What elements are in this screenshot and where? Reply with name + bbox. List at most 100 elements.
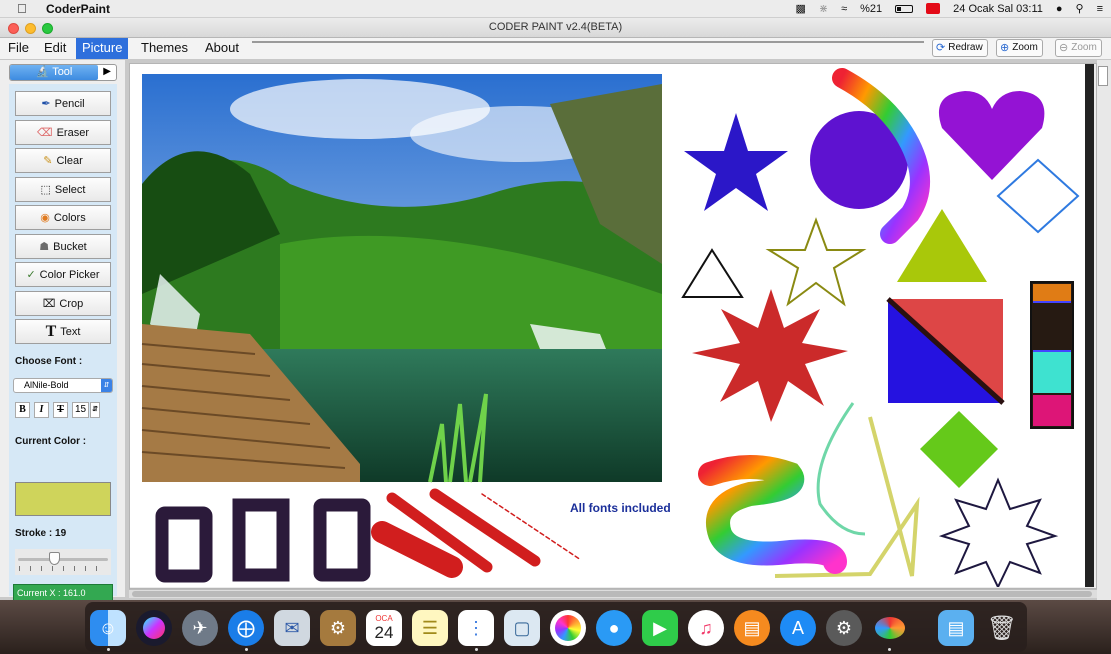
itunes-icon[interactable]: ♫ xyxy=(688,610,724,646)
choose-font-label: Choose Font : xyxy=(15,356,83,367)
stroke-slider[interactable] xyxy=(15,549,111,575)
purple-heart xyxy=(938,91,1045,180)
bluetooth-icon[interactable]: ⋇ xyxy=(819,2,828,15)
app-store-icon[interactable]: A xyxy=(780,610,816,646)
bold-button[interactable]: B xyxy=(15,402,30,418)
bucket-label: Bucket xyxy=(53,240,87,253)
broom-icon: ✎ xyxy=(43,155,53,167)
menu-edit[interactable]: Edit xyxy=(38,38,72,59)
panel-toggle[interactable] xyxy=(1098,66,1108,86)
canvas-caption: All fonts included xyxy=(570,501,671,515)
olive-star-outline xyxy=(765,217,867,307)
crop-button[interactable]: ⌧ Crop xyxy=(15,291,111,316)
eraser-button[interactable]: ⌫ Eraser xyxy=(15,120,111,145)
launchpad-icon[interactable]: ✈ xyxy=(182,610,218,646)
downloads-folder-icon[interactable]: ▤ xyxy=(938,610,974,646)
zoom-in-label: Zoom xyxy=(1012,42,1038,53)
text-button[interactable]: T Text xyxy=(15,319,111,344)
font-style-controls: B I T 15 ⇵ xyxy=(15,402,115,418)
drawing-canvas[interactable]: All fonts included xyxy=(130,64,1085,590)
text-label: Text xyxy=(60,325,81,338)
horizontal-scroll-thumb[interactable] xyxy=(132,591,1092,597)
canvas-vertical-scrollbar[interactable] xyxy=(1085,64,1094,587)
zoom-out-label: Zoom xyxy=(1071,42,1097,53)
finder-icon[interactable]: ☺ xyxy=(90,610,126,646)
crop-icon: ⌧ xyxy=(42,298,56,310)
dock: ☺ ✈ ⨁ ✉ ⚙ OCA 24 ☰ ⋮ ▢ ● ▶ ♫ ▤ A ⚙ ▤ 🗑 xyxy=(85,602,1027,652)
rainbow-scribble xyxy=(698,455,847,574)
reminders-icon[interactable]: ⋮ xyxy=(458,610,494,646)
italic-button[interactable]: I xyxy=(34,402,49,418)
apple-menu-icon[interactable]:  xyxy=(17,1,27,16)
zoom-out-button[interactable]: ⊖ Zoom xyxy=(1055,39,1102,57)
messages-icon[interactable]: ● xyxy=(596,610,632,646)
trash-icon[interactable]: 🗑 xyxy=(984,610,1020,646)
mail-icon[interactable]: ✉ xyxy=(274,610,310,646)
menu-file[interactable]: File xyxy=(2,38,35,59)
notes-icon[interactable]: ☰ xyxy=(412,610,448,646)
wifi-icon[interactable]: ≈ xyxy=(841,3,847,15)
font-size-field[interactable]: 15 xyxy=(72,402,89,418)
strikethrough-button[interactable]: T xyxy=(53,402,68,418)
zoom-in-button[interactable]: ⊕ Zoom xyxy=(996,39,1043,57)
calendar-icon[interactable]: OCA 24 xyxy=(366,610,402,646)
menu-picture[interactable]: Picture xyxy=(76,38,129,59)
color-stack-bar xyxy=(1030,281,1074,429)
font-select[interactable]: AlNile-Bold ⇵ xyxy=(13,378,113,393)
preview-icon[interactable]: ▢ xyxy=(504,610,540,646)
colors-button[interactable]: ◉ Colors xyxy=(15,205,111,230)
clock[interactable]: 24 Ocak Sal 03:11 xyxy=(953,3,1043,15)
crop-label: Crop xyxy=(59,297,84,310)
green-diamond xyxy=(920,411,998,488)
canvas-scroll-area: All fonts included xyxy=(129,63,1097,590)
tool-tab-arrow-icon[interactable]: ▶ xyxy=(103,66,111,77)
photos-icon[interactable] xyxy=(550,610,586,646)
user-icon[interactable]: ● xyxy=(1056,3,1063,15)
split-square xyxy=(886,297,1005,405)
navy-star-outline xyxy=(938,477,1059,590)
airplay-icon[interactable]: ▩ xyxy=(795,2,805,15)
red-brush-strokes xyxy=(371,488,582,578)
menu-about[interactable]: About xyxy=(199,38,245,59)
clear-button[interactable]: ✎ Clear xyxy=(15,148,111,173)
siri-icon[interactable] xyxy=(136,610,172,646)
notification-center-icon[interactable]: ≡ xyxy=(1097,3,1103,15)
tool-tab-label: Tool xyxy=(52,66,73,78)
stroke-slider-thumb[interactable] xyxy=(49,552,60,565)
font-size-stepper[interactable]: ⇵ xyxy=(90,402,100,418)
redraw-button[interactable]: ⟳ Redraw xyxy=(932,39,988,57)
pencil-button[interactable]: ✒ Pencil xyxy=(15,91,111,116)
chevron-updown-icon: ⇵ xyxy=(101,379,112,392)
zoom-in-icon: ⊕ xyxy=(1000,42,1010,54)
coderpaint-icon[interactable] xyxy=(872,610,908,646)
safari-icon[interactable]: ⨁ xyxy=(228,610,264,646)
canvas-horizontal-scrollbar[interactable] xyxy=(129,589,1097,598)
running-indicator xyxy=(245,648,248,651)
eraser-label: Eraser xyxy=(56,126,89,139)
battery-icon[interactable] xyxy=(895,4,914,13)
menu-themes[interactable]: Themes xyxy=(135,38,194,59)
bucket-icon: ☗ xyxy=(39,241,50,253)
tool-tab-header[interactable]: 🔬 Tool ▶ xyxy=(9,64,117,81)
red-burst-star xyxy=(692,289,848,422)
current-color-swatch[interactable] xyxy=(15,482,111,516)
spotlight-icon[interactable]: ⚲ xyxy=(1076,2,1084,15)
input-flag-icon[interactable] xyxy=(926,3,941,14)
facetime-icon[interactable]: ▶ xyxy=(642,610,678,646)
menubar-status-area: ▩ ⋇ ≈ %21 24 Ocak Sal 03:11 ● ⚲ ≡ xyxy=(795,2,1103,16)
app-menu-name[interactable]: CoderPaint xyxy=(46,2,110,16)
pencil-label: Pencil xyxy=(54,97,85,110)
bucket-button[interactable]: ☗ Bucket xyxy=(15,234,111,259)
select-button[interactable]: ⬚ Select xyxy=(15,177,111,202)
contacts-icon[interactable]: ⚙ xyxy=(320,610,356,646)
tool-tab[interactable]: 🔬 Tool xyxy=(10,65,98,80)
calendar-day: 24 xyxy=(374,623,394,642)
system-preferences-icon[interactable]: ⚙ xyxy=(826,610,862,646)
text-icon: T xyxy=(45,322,57,340)
color-picker-button[interactable]: ✓ Color Picker xyxy=(15,262,111,287)
ibooks-icon[interactable]: ▤ xyxy=(734,610,770,646)
battery-percent[interactable]: %21 xyxy=(860,3,882,15)
running-indicator xyxy=(107,648,110,651)
eyedropper-icon: ✓ xyxy=(26,269,36,281)
stroke-slider-ticks xyxy=(19,566,107,571)
